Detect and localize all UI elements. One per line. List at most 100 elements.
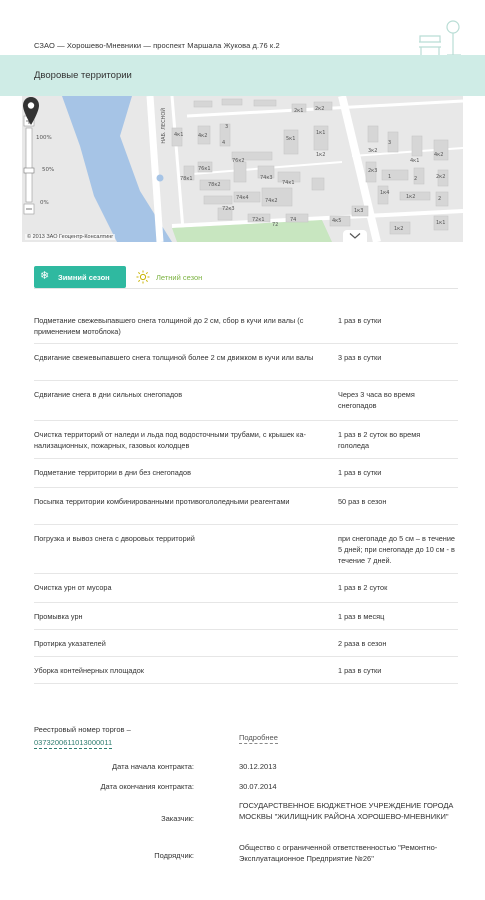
- building-label: 4к5: [332, 218, 342, 224]
- more-details-link[interactable]: Подробнее: [239, 733, 278, 744]
- map[interactable]: НАБ. ЛЕСНОЙ 4к1 4к2 3 4 5к1 76к2 74к3 74…: [22, 96, 463, 242]
- start-date-value: 30.12.2013: [239, 762, 277, 771]
- task-name: Подметание свежевыпавшего снега толщиной…: [34, 316, 304, 336]
- zoom-label-max: 100%: [36, 135, 52, 141]
- table-row: Сдвигание снега в дни сильных снегопадов…: [34, 381, 458, 421]
- building-label: 3: [225, 124, 229, 130]
- table-row: Подметание территории в дни без снегопад…: [34, 459, 458, 488]
- building-label: 78к1: [180, 176, 193, 182]
- tab-summer-label: Летний сезон: [156, 273, 203, 282]
- building-label: 1к2: [406, 194, 416, 200]
- building-label: 1: [388, 174, 392, 180]
- task-name: Протирка указателей: [34, 639, 106, 648]
- building-label: 4к2: [198, 133, 208, 139]
- task-name: Уборка контейнерных площадок: [34, 666, 144, 675]
- customer-label: Заказчик:: [161, 814, 194, 823]
- building-label: 4к2: [434, 152, 444, 158]
- chevron-down-icon: [349, 233, 361, 239]
- task-frequency: 1 раз в месяц: [338, 612, 385, 621]
- building-label: 2к1: [294, 108, 304, 114]
- task-frequency: при снегопаде до 5 см – в течение 5 дней…: [338, 534, 455, 565]
- building-label: 74к2: [265, 198, 278, 204]
- building-label: 1к1: [316, 130, 326, 136]
- building-label: 74к3: [260, 175, 273, 181]
- table-row: Протирка указателей 2 раза в сезон: [34, 630, 458, 657]
- task-frequency: 1 раз в сутки: [338, 316, 382, 325]
- building-label: 4: [222, 140, 226, 146]
- tabs-divider: [34, 288, 458, 289]
- task-frequency: 3 раз в сутки: [338, 353, 382, 362]
- task-name: Очистка урн от мусора: [34, 583, 112, 592]
- task-name: Промывка урн: [34, 612, 83, 621]
- map-pin-icon[interactable]: [22, 96, 40, 126]
- building-label: 2: [414, 176, 418, 182]
- street-label: НАБ. ЛЕСНОЙ: [161, 108, 167, 144]
- start-date-label: Дата начала контракта:: [112, 762, 194, 771]
- task-name: Посыпка территории комбинированными прот…: [34, 497, 290, 506]
- table-row: Уборка контейнерных площадок 1 раз в сут…: [34, 657, 458, 684]
- map-background: [22, 96, 463, 242]
- breadcrumb: СЗАО — Хорошево-Мневники — проспект Марш…: [34, 41, 280, 50]
- building-label: 1к4: [380, 190, 390, 196]
- registry-label: Реестровый номер торгов –: [34, 725, 131, 734]
- title-bar: Дворовые территории: [0, 55, 485, 96]
- end-date-value: 30.07.2014: [239, 782, 277, 791]
- tab-summer[interactable]: Летний сезон: [136, 266, 228, 288]
- task-frequency: 1 раз в сутки: [338, 468, 382, 477]
- task-frequency: 1 раз в 2 суток во время гололеда: [338, 430, 421, 450]
- building-label: 74к4: [236, 195, 249, 201]
- building-label: 74: [290, 217, 297, 223]
- building-label: 72к3: [222, 206, 235, 212]
- task-name: Сдвигание снега в дни сильных снегопадов: [34, 390, 183, 399]
- tab-winter-label: Зимний сезон: [58, 273, 110, 282]
- task-frequency: 1 раз в сутки: [338, 666, 382, 675]
- task-frequency: Через 3 часа во время снегопадов: [338, 390, 415, 410]
- table-row: Подметание свежевыпавшего снега толщиной…: [34, 307, 458, 344]
- task-frequency: 1 раз в 2 суток: [338, 583, 388, 592]
- building-label: 74к1: [282, 180, 295, 186]
- tab-winter[interactable]: ❄ Зимний сезон: [34, 266, 126, 288]
- building-label: 2к3: [368, 168, 378, 174]
- building-label: 76к2: [232, 158, 245, 164]
- table-row: Очистка урн от мусора 1 раз в 2 суток: [34, 574, 458, 603]
- table-row: Посыпка территории комбинированными прот…: [34, 488, 458, 525]
- building-label: 2: [438, 196, 442, 202]
- table-row: Промывка урн 1 раз в месяц: [34, 603, 458, 630]
- building-label: 72к1: [252, 217, 265, 223]
- table-row: Очистка территорий от наледи и льда под …: [34, 421, 458, 459]
- map-copyright: © 2013 ЗАО Геоцентр-Консалтинг: [25, 234, 116, 240]
- building-label: 2к2: [436, 174, 446, 180]
- sun-icon: [136, 270, 150, 284]
- contractor-value: Общество с ограниченной ответственностью…: [239, 843, 438, 863]
- contractor-label: Подрядчик:: [154, 851, 194, 860]
- task-frequency: 2 раза в сезон: [338, 639, 387, 648]
- zoom-label-mid: 50%: [42, 167, 55, 173]
- task-name: Очистка территорий от наледи и льда под …: [34, 430, 306, 450]
- table-row: Погрузка и вывоз снега с дворовых террит…: [34, 525, 458, 574]
- building-label: 76к1: [198, 166, 211, 172]
- map-expand-button[interactable]: [343, 230, 367, 242]
- task-frequency: 50 раз в сезон: [338, 497, 387, 506]
- snowflake-icon: ❄: [40, 270, 50, 282]
- bench-illustration: [419, 20, 461, 56]
- task-name: Подметание территории в дни без снегопад…: [34, 468, 191, 477]
- table-row: Сдвигание свежевыпавшего снега толщиной …: [34, 344, 458, 381]
- task-name: Сдвигание свежевыпавшего снега толщиной …: [34, 353, 314, 362]
- tasks-table: Подметание свежевыпавшего снега толщиной…: [34, 307, 458, 684]
- building-label: 3к2: [368, 148, 378, 154]
- registry-number-link[interactable]: 0373200611013000011: [34, 738, 113, 749]
- building-label: 2к2: [315, 106, 325, 112]
- building-label: 3: [388, 140, 392, 146]
- building-label: 1к1: [436, 220, 446, 226]
- zoom-label-min: 0%: [40, 200, 49, 206]
- customer-value: ГОСУДАРСТВЕННОЕ БЮДЖЕТНОЕ УЧРЕЖДЕНИЕ ГОР…: [239, 801, 454, 821]
- building-label: 4к1: [410, 158, 420, 164]
- building-label: 1к2: [316, 152, 326, 158]
- building-label: 5к1: [286, 136, 296, 142]
- end-date-label: Дата окончания контракта:: [100, 782, 194, 791]
- building-label: 1к2: [394, 226, 404, 232]
- building-label: 4к1: [174, 132, 184, 138]
- building-label: 1к3: [354, 208, 364, 214]
- building-label: 78к2: [208, 182, 221, 188]
- page-title: Дворовые территории: [34, 70, 132, 81]
